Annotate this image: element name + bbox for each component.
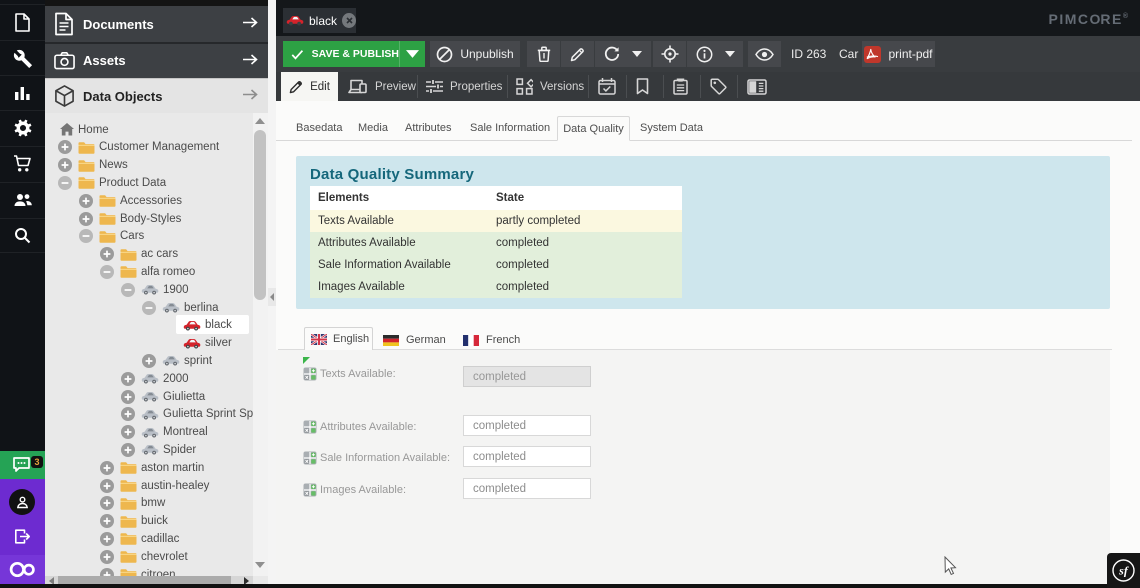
svg-text:sf: sf: [1118, 564, 1129, 578]
